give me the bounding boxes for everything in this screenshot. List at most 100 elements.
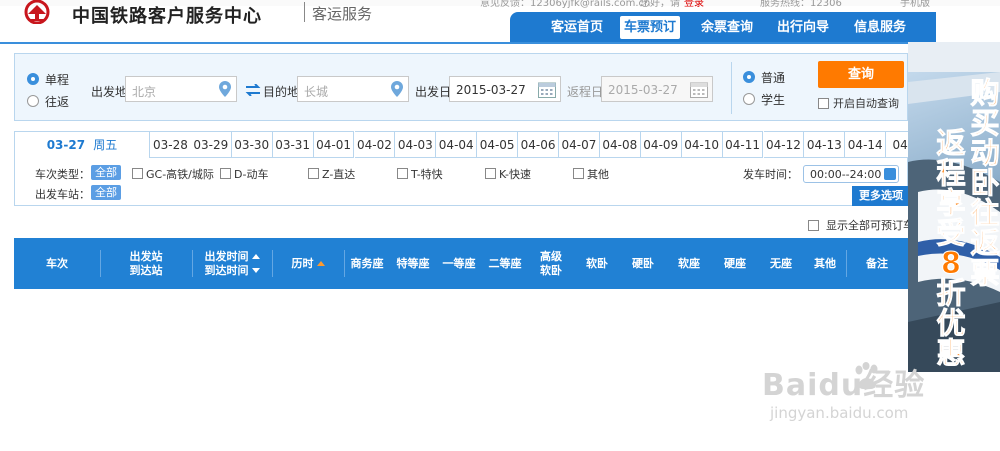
type-k-label: K-快速 [499, 168, 532, 181]
col-label: 出发站 [129, 249, 163, 263]
depart-date-value: 2015-03-27 [456, 83, 526, 97]
search-panel: 单程 往返 出发地 北京 目的地 长城 出发日 2015-03-27 返程日 2… [14, 53, 908, 121]
col-train-no[interactable]: 车次 [14, 238, 100, 289]
ticket-normal-label: 普通 [761, 71, 786, 85]
date-tab-active-date: 03-27 [46, 138, 86, 152]
calendar-icon[interactable] [538, 81, 556, 98]
date-tab[interactable]: 04-01 [313, 131, 355, 158]
col-label: 历时 [291, 256, 314, 270]
col-stations[interactable]: 出发站 到达站 [100, 238, 192, 289]
col-label: 出发时间 [204, 249, 249, 263]
type-t-checkbox[interactable] [397, 168, 408, 179]
auto-query-checkbox[interactable] [818, 98, 829, 109]
date-tab[interactable]: 04-08 [599, 131, 641, 158]
date-tab[interactable]: 03-31 [272, 131, 314, 158]
filter-panel: 车次类型： 全部 GC-高铁/城际 D-动车 Z-直达 T-特快 K-快速 其他… [14, 158, 910, 206]
col-other: 其他 [804, 238, 846, 289]
from-station-value: 北京 [132, 85, 157, 99]
main-nav: 客运首页 车票预订 余票查询 出行向导 信息服务 [510, 12, 936, 43]
date-tab[interactable]: 04-11 [722, 131, 764, 158]
col-label: 高级 [540, 249, 562, 263]
col-label: 无座 [770, 256, 792, 270]
nav-item-booking[interactable]: 车票预订 [620, 16, 680, 39]
from-label: 出发地 [91, 85, 128, 99]
sort-up-icon[interactable] [251, 254, 260, 259]
ticket-normal-radio[interactable] [743, 71, 755, 83]
date-tab[interactable]: 03-29 [190, 131, 232, 158]
date-tab[interactable]: 04-13 [804, 131, 846, 158]
ticket-student-label: 学生 [761, 93, 786, 107]
ticket-student-radio[interactable] [743, 93, 755, 105]
col-label: 一等座 [442, 256, 476, 270]
col-label: 特等座 [396, 256, 430, 270]
date-tab[interactable]: 04-05 [477, 131, 519, 158]
col-first-class: 一等座 [436, 238, 482, 289]
baidu-watermark: Baidu经验 jingyan.baidu.com [762, 360, 992, 430]
more-options-button[interactable]: 更多选项 [852, 186, 910, 206]
date-tab[interactable]: 04-09 [640, 131, 682, 158]
round-trip-label: 往返 [45, 95, 70, 109]
to-station-input[interactable]: 长城 [297, 76, 409, 102]
from-station-input[interactable]: 北京 [125, 76, 237, 102]
col-duration[interactable]: 历时 [272, 238, 344, 289]
depart-date-input[interactable]: 2015-03-27 [449, 76, 561, 102]
type-k-checkbox[interactable] [485, 168, 496, 179]
col-no-seat: 无座 [758, 238, 804, 289]
type-gc-checkbox[interactable] [132, 168, 143, 179]
return-date-input[interactable]: 2015-03-27 [601, 76, 713, 102]
type-d-label: D-动车 [234, 168, 269, 181]
date-tab[interactable]: 03-28 [150, 131, 192, 158]
col-deluxe-soft-sleeper: 高级 软卧 [528, 238, 574, 289]
type-z-checkbox[interactable] [308, 168, 319, 179]
swap-stations-icon[interactable] [245, 84, 261, 96]
date-tab[interactable]: 03-30 [231, 131, 273, 158]
location-pin-icon [391, 81, 403, 97]
panel-divider [731, 62, 732, 114]
type-d-checkbox[interactable] [220, 168, 231, 179]
date-tab[interactable]: 04-10 [681, 131, 723, 158]
sort-down-icon[interactable] [251, 268, 260, 273]
to-label: 目的地 [263, 85, 300, 99]
col-premium: 特等座 [390, 238, 436, 289]
date-tab[interactable]: 04-04 [436, 131, 478, 158]
col-label: 车次 [46, 256, 68, 270]
return-date-label: 返程日 [567, 85, 604, 99]
date-tab[interactable]: 04-14 [845, 131, 887, 158]
col-times[interactable]: 出发时间 到达时间 [192, 238, 272, 289]
promo-text-line2: 返程享受8折优惠 [936, 126, 966, 370]
type-z-label: Z-直达 [322, 168, 356, 181]
nav-item-remaining[interactable]: 余票查询 [692, 12, 762, 43]
date-tab[interactable]: 04-12 [763, 131, 805, 158]
col-label: 软座 [678, 256, 700, 270]
col-label: 到达站 [129, 263, 163, 277]
train-type-all-tag[interactable]: 全部 [91, 165, 121, 180]
date-tab[interactable]: 04-02 [354, 131, 396, 158]
date-tabs: 03-27 周五 03-28 03-29 03-30 03-31 04-01 04-02 0… [14, 131, 928, 159]
sort-up-icon[interactable] [316, 261, 325, 266]
show-all-checkbox[interactable] [808, 220, 819, 231]
date-tab[interactable]: 04-06 [518, 131, 559, 158]
type-other-checkbox[interactable] [573, 168, 584, 179]
train-type-label: 车次类型： [35, 168, 90, 181]
col-label: 商务座 [350, 256, 384, 270]
one-way-radio[interactable] [27, 73, 39, 85]
type-t-label: T-特快 [411, 168, 443, 181]
calendar-icon[interactable] [690, 81, 708, 98]
round-trip-radio[interactable] [27, 95, 39, 107]
date-tab[interactable]: 04-07 [559, 131, 600, 158]
nav-item-home[interactable]: 客运首页 [542, 12, 612, 43]
nav-item-info[interactable]: 信息服务 [844, 12, 916, 43]
header-underline [0, 42, 908, 44]
date-tab-active[interactable]: 03-27 周五 [14, 131, 150, 159]
to-station-value: 长城 [304, 85, 329, 99]
return-date-value: 2015-03-27 [608, 83, 678, 97]
query-button[interactable]: 查询 [818, 61, 904, 88]
nav-item-guide[interactable]: 出行向导 [768, 12, 838, 43]
col-label: 硬卧 [632, 256, 654, 270]
chevron-down-icon [884, 168, 896, 180]
one-way-label: 单程 [45, 73, 70, 87]
depart-time-select[interactable]: 00:00--24:00 [803, 165, 899, 183]
date-tab[interactable]: 04-03 [395, 131, 437, 158]
station-all-tag[interactable]: 全部 [91, 185, 121, 200]
promo-banner[interactable]: 购买动卧往返票 返程享受8折优惠 [908, 42, 1000, 372]
